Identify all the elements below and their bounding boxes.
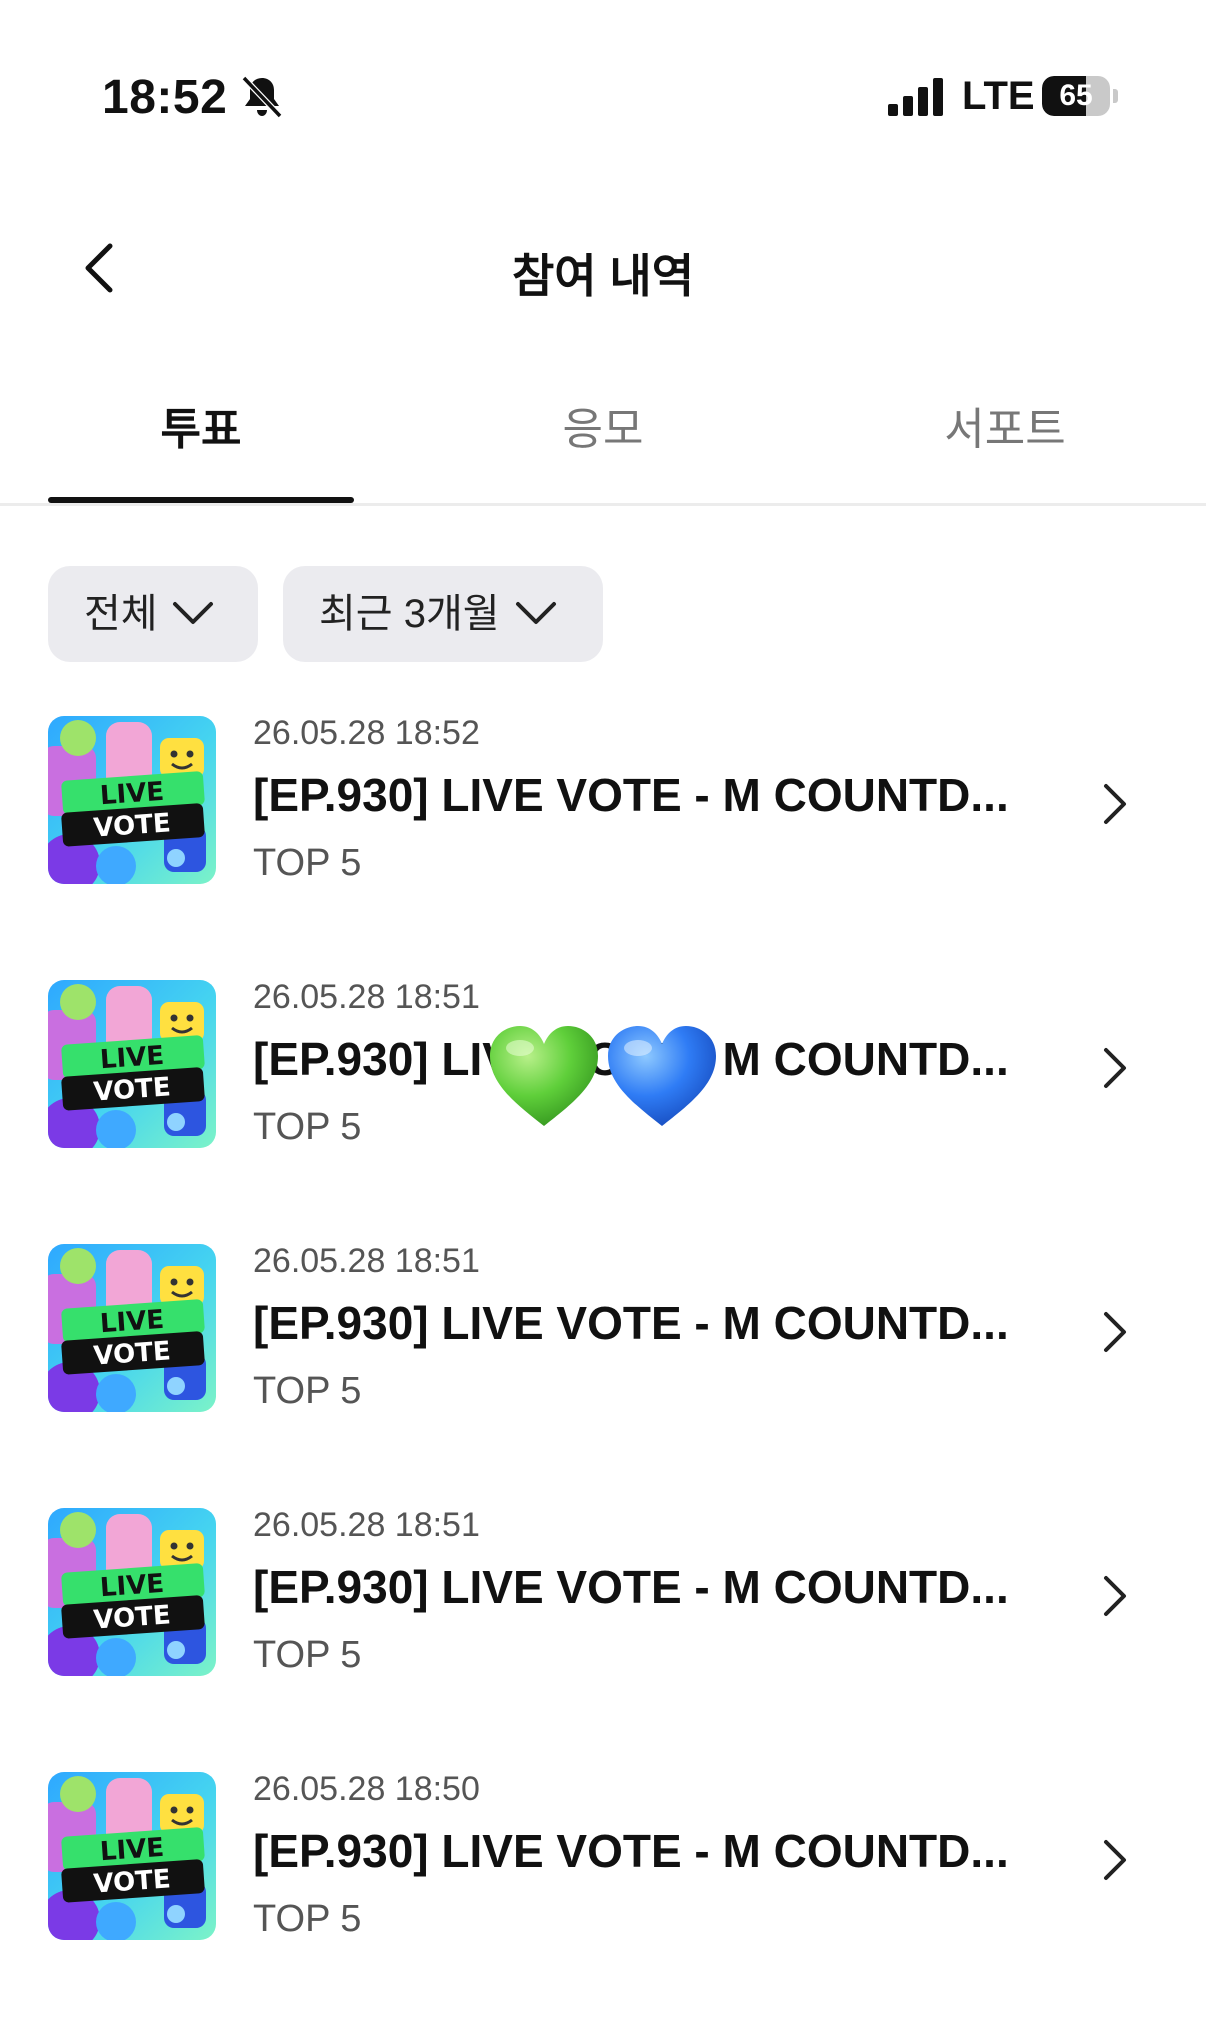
- item-date: 26.05.28 18:51: [253, 1242, 480, 1280]
- page-title: 참여 내역: [511, 250, 695, 302]
- header: 참여 내역: [0, 210, 1206, 330]
- list-item[interactable]: LIVE VOTE 26.05.28 18:51 [EP.930] LIVE V…: [0, 1228, 1206, 1492]
- network-label: LTE: [962, 74, 1035, 118]
- item-subtitle: TOP 5: [253, 1370, 362, 1412]
- filter-period-dropdown[interactable]: 최근 3개월: [283, 566, 603, 662]
- chevron-down-icon: [516, 602, 556, 624]
- blue-heart-icon: [608, 1026, 716, 1126]
- svg-text:LIVE: LIVE: [99, 777, 165, 811]
- status-bar: 18:52 LTE 65: [0, 0, 1206, 190]
- item-date: 26.05.28 18:52: [253, 714, 480, 752]
- item-date: 26.05.28 18:51: [253, 1506, 480, 1544]
- svg-text:VOTE: VOTE: [92, 1600, 171, 1635]
- chevron-right-icon: [1104, 784, 1126, 824]
- divider: [0, 503, 1206, 506]
- item-subtitle: TOP 5: [253, 1898, 362, 1940]
- chevron-right-icon: [1104, 1048, 1126, 1088]
- item-subtitle: TOP 5: [253, 1634, 362, 1676]
- green-heart-icon: [490, 1026, 598, 1126]
- svg-text:VOTE: VOTE: [92, 1336, 171, 1371]
- chevron-right-icon: [1104, 1840, 1126, 1880]
- svg-text:VOTE: VOTE: [92, 1864, 171, 1899]
- tab-support[interactable]: 서포트: [804, 385, 1206, 503]
- list-item[interactable]: LIVE VOTE 26.05.28 18:50 [EP.930] LIVE V…: [0, 1756, 1206, 2020]
- item-title: [EP.930] LIVE VOTE - M COUNTD...: [253, 1561, 1009, 1613]
- tab-vote[interactable]: 투표: [0, 385, 402, 503]
- chevron-right-icon: [1104, 1312, 1126, 1352]
- filter-category-label: 전체: [84, 592, 158, 636]
- svg-text:LIVE: LIVE: [99, 1569, 165, 1603]
- svg-text:VOTE: VOTE: [92, 808, 171, 843]
- live-vote-thumbnail: LIVE VOTE: [48, 1244, 216, 1412]
- svg-text:VOTE: VOTE: [92, 1072, 171, 1107]
- live-vote-thumbnail: LIVE VOTE: [48, 1508, 216, 1676]
- svg-text:LIVE: LIVE: [99, 1833, 165, 1867]
- bell-muted-icon: [241, 75, 283, 119]
- signal-icon: [888, 78, 943, 116]
- item-date: 26.05.28 18:51: [253, 978, 480, 1016]
- live-vote-thumbnail: LIVE VOTE: [48, 716, 216, 884]
- item-title: [EP.930] LIVE VOTE - M COUNTD...: [253, 1297, 1009, 1349]
- list-item[interactable]: LIVE VOTE 26.05.28 18:51 [EP.930] LIVE V…: [0, 1492, 1206, 1756]
- live-vote-thumbnail: LIVE VOTE: [48, 980, 216, 1148]
- chevron-right-icon: [1104, 1576, 1126, 1616]
- item-date: 26.05.28 18:50: [253, 1770, 480, 1808]
- item-subtitle: TOP 5: [253, 842, 362, 884]
- item-title: [EP.930] LIVE VOTE - M COUNTD...: [253, 1825, 1009, 1877]
- tab-bar: 투표 응모 서포트: [0, 385, 1206, 506]
- item-title: [EP.930] LIVE VOTE - M COUNTD...: [253, 769, 1009, 821]
- battery-percent: 65: [1059, 79, 1093, 112]
- item-subtitle: TOP 5: [253, 1106, 362, 1148]
- list-item[interactable]: LIVE VOTE 26.05.28 18:51 [EP.930] LIVE V…: [0, 964, 1206, 1228]
- svg-text:LIVE: LIVE: [99, 1305, 165, 1339]
- live-vote-thumbnail: LIVE VOTE: [48, 1772, 216, 1940]
- tab-entry[interactable]: 응모: [402, 385, 804, 503]
- filter-period-label: 최근 3개월: [319, 592, 500, 636]
- svg-text:LIVE: LIVE: [99, 1041, 165, 1075]
- battery-icon: 65: [1042, 76, 1118, 116]
- filter-category-dropdown[interactable]: 전체: [48, 566, 258, 662]
- status-time: 18:52: [102, 71, 228, 124]
- chevron-down-icon: [173, 602, 213, 624]
- list-item[interactable]: LIVE VOTE 26.05.28 18:52 [EP.930] LIVE V…: [0, 700, 1206, 964]
